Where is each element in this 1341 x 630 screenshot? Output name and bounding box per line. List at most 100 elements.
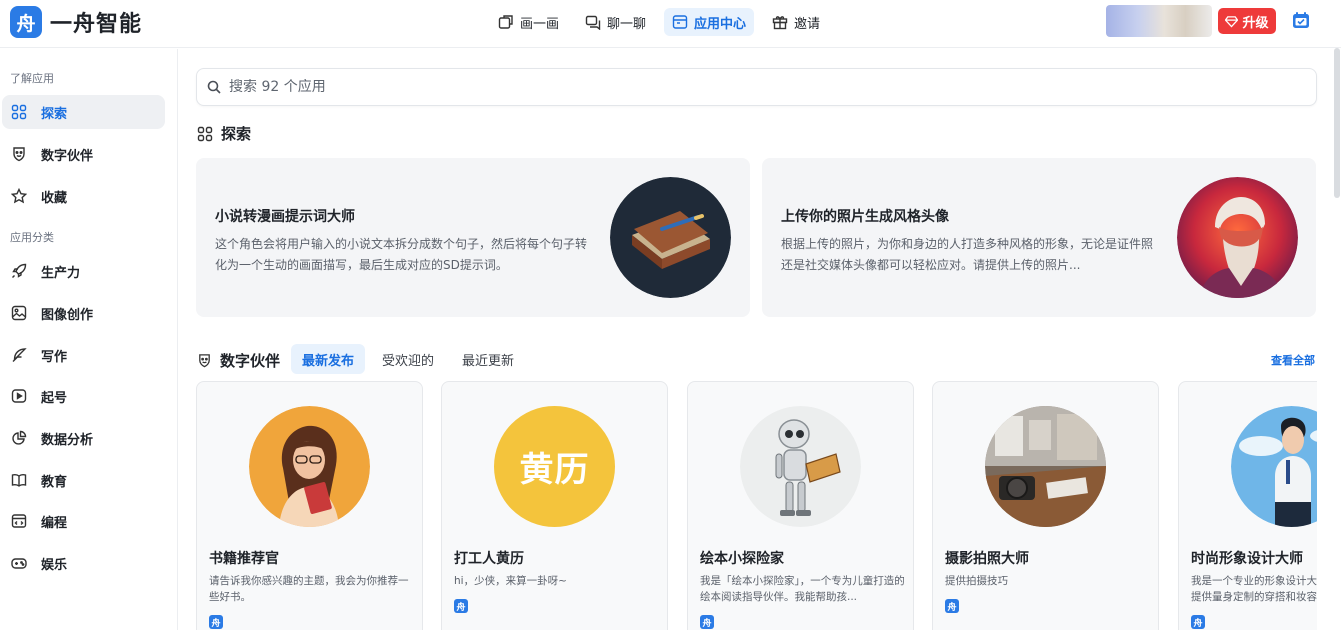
book-icon [11,472,27,488]
card-title: 书籍推荐官 [209,551,279,567]
nav-draw-label: 画一画 [520,16,560,32]
sidebar: 了解应用 探索 数字伙伴 收藏 应用分类 生产力 图像创作 写作 起号 数据分析… [0,49,178,630]
gift-icon [772,14,788,30]
feature-image-book [610,177,731,298]
card-image-text: 黄历 [519,450,590,490]
partner-card[interactable]: 时尚形象设计大师 我是一个专业的形象设计大师，我可以为你提供量身定制的穿搭和妆容… [1178,381,1317,630]
sidebar-item-label: 收藏 [41,190,68,206]
code-icon [11,513,27,529]
partner-card-list: 书籍推荐官 请告诉我你感兴趣的主题，我会为你推荐一些好书。 舟 黄历 打工人黄历… [196,381,1317,630]
card-description: 提供拍摄技巧 [945,575,1008,587]
explore-title: 探索 [221,125,252,143]
brand-name: 一舟智能 [50,12,143,37]
partners-title: 数字伙伴 [220,352,281,370]
calendar-icon[interactable] [1291,10,1311,30]
sidebar-item-writing[interactable]: 写作 [2,338,165,372]
feature-card[interactable]: 上传你的照片生成风格头像 根据上传的照片，为你和身边的人打造多种风格的形象，无论… [762,158,1316,317]
sidebar-item-start-account[interactable]: 起号 [2,379,165,413]
rocket-icon [11,263,27,279]
sidebar-item-entertainment[interactable]: 娱乐 [2,546,165,580]
sidebar-item-explore[interactable]: 探索 [2,95,165,129]
tab-latest[interactable]: 最新发布 [291,344,366,374]
search-icon [207,80,221,94]
app-badge-icon: 舟 [1191,615,1205,629]
card-image-camera [985,406,1106,527]
feature-card[interactable]: 小说转漫画提示词大师 这个角色会将用户输入的小说文本拆分成数个句子，然后将每个句… [196,158,750,317]
search-input[interactable] [229,79,829,95]
nav-draw[interactable]: 画一画 [490,8,567,36]
sidebar-item-education[interactable]: 教育 [2,463,165,497]
feature-description: 根据上传的照片，为你和身边的人打造多种风格的形象，无论是证件照还是社交媒体头像都… [781,237,1154,272]
nav-chat-label: 聊一聊 [607,16,647,32]
view-all-link[interactable]: 查看全部 [1271,352,1315,368]
grid-icon [197,126,213,141]
sidebar-item-label: 起号 [41,390,68,406]
nav-app-center-label: 应用中心 [694,16,747,32]
partner-icon [199,354,210,368]
partner-card[interactable]: 摄影拍照大师 提供拍摄技巧 舟 [932,381,1159,630]
sidebar-item-label: 生产力 [41,265,81,281]
partner-tabs: 最新发布 受欢迎的 最近更新 [291,344,525,374]
logo[interactable]: 舟 一舟智能 [10,6,142,38]
sidebar-section-learn: 了解应用 [10,72,54,85]
app-badge-icon: 舟 [700,615,714,629]
partner-card[interactable]: 黄历 打工人黄历 hi，少侠，来算一卦呀~ 舟 [441,381,668,630]
partners-heading: 数字伙伴 [197,350,280,371]
upgrade-label: 升级 [1242,15,1269,31]
user-avatar[interactable] [1106,5,1212,37]
feature-title: 上传你的照片生成风格头像 [781,209,949,225]
page-scrollbar[interactable] [1334,48,1340,198]
partner-card[interactable]: 书籍推荐官 请告诉我你感兴趣的主题，我会为你推荐一些好书。 舟 [196,381,423,630]
nav-invite-label: 邀请 [794,16,821,32]
card-title: 摄影拍照大师 [945,551,1029,567]
image-icon [11,305,27,321]
sidebar-item-label: 数字伙伴 [41,148,94,164]
partner-card[interactable]: 绘本小探险家 我是「绘本小探险家」，一个专为儿童打造的绘本阅读指导伙伴。我能帮助… [687,381,914,630]
sidebar-item-partner[interactable]: 数字伙伴 [2,137,165,171]
app-badge-icon: 舟 [945,599,959,613]
feature-description: 这个角色会将用户输入的小说文本拆分成数个句子，然后将每个句子转化为一个生动的画面… [215,237,588,272]
app-center-icon [672,14,688,30]
card-description: 请告诉我你感兴趣的主题，我会为你推荐一些好书。 [209,575,409,603]
grid-icon [11,104,27,120]
partner-icon [11,146,27,162]
sidebar-item-label: 教育 [41,474,68,490]
sidebar-item-image[interactable]: 图像创作 [2,296,165,330]
card-title: 时尚形象设计大师 [1191,551,1303,567]
sidebar-item-label: 图像创作 [41,307,94,323]
top-nav: 画一画 聊一聊 应用中心 邀请 [490,8,828,36]
feather-icon [11,347,27,363]
sidebar-item-programming[interactable]: 编程 [2,504,165,538]
sidebar-item-label: 探索 [41,106,68,122]
nav-app-center[interactable]: 应用中心 [664,8,755,36]
tab-recent[interactable]: 最近更新 [451,344,525,374]
card-image-reading-woman [249,406,370,527]
card-title: 绘本小探险家 [700,551,784,567]
tab-popular[interactable]: 受欢迎的 [371,344,445,374]
card-image-almanac: 黄历 [494,406,615,527]
draw-icon [498,14,514,30]
upgrade-button[interactable]: 升级 [1218,8,1276,34]
search-bar[interactable] [196,68,1317,106]
sidebar-item-label: 写作 [41,349,68,365]
nav-invite[interactable]: 邀请 [764,8,828,36]
app-badge-icon: 舟 [209,615,223,629]
card-title: 打工人黄历 [454,551,524,567]
sidebar-item-label: 数据分析 [41,432,94,448]
sidebar-item-productivity[interactable]: 生产力 [2,254,165,288]
top-bar: 舟 一舟智能 画一画 聊一聊 应用中心 邀请 升级 [0,0,1341,48]
sidebar-item-label: 编程 [41,515,68,531]
logo-icon: 舟 [10,6,42,38]
chat-icon [585,14,601,30]
nav-chat[interactable]: 聊一聊 [577,8,654,36]
card-description: 我是「绘本小探险家」，一个专为儿童打造的绘本阅读指导伙伴。我能帮助孩... [700,575,905,603]
card-image-fashion [1231,406,1317,527]
feature-title: 小说转漫画提示词大师 [215,209,355,225]
sidebar-item-data-analysis[interactable]: 数据分析 [2,421,165,455]
explore-heading: 探索 [197,123,251,144]
card-description: 我是一个专业的形象设计大师，我可以为你提供量身定制的穿搭和妆容建议。 [1191,575,1317,603]
app-badge-icon: 舟 [454,599,468,613]
play-icon [11,388,27,404]
sidebar-item-favorites[interactable]: 收藏 [2,179,165,213]
diamond-icon [1225,15,1239,28]
